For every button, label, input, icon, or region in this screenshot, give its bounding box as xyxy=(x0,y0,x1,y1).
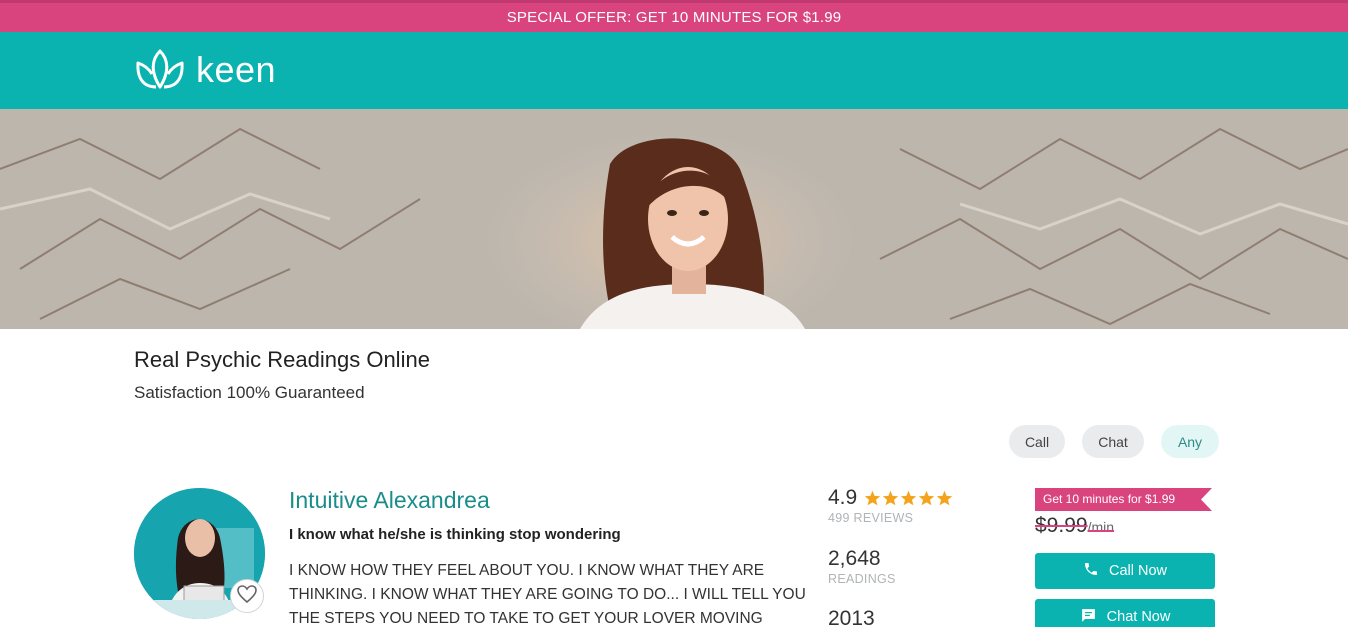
star-icon xyxy=(937,490,953,505)
site-header: keen xyxy=(0,32,1348,109)
rating-value: 4.9 xyxy=(828,486,858,509)
call-now-label: Call Now xyxy=(1108,563,1167,579)
page-title: Real Psychic Readings Online xyxy=(134,347,430,372)
offer-text: Get 10 minutes for $1.99 xyxy=(1043,492,1176,506)
lotus-icon xyxy=(134,47,186,93)
contact-filter-group: Call Chat Any xyxy=(1009,425,1219,458)
star-icon xyxy=(865,490,881,505)
phone-icon xyxy=(1083,561,1109,581)
readings-stat: 2,648 READINGS xyxy=(828,548,896,586)
star-icon xyxy=(919,490,935,505)
since-value: 2013 xyxy=(828,607,875,627)
advisor-name[interactable]: Intuitive Alexandrea xyxy=(289,487,490,514)
price-unit: /min xyxy=(1087,519,1115,535)
favorite-button[interactable] xyxy=(230,579,264,613)
star-icon xyxy=(883,490,899,505)
heart-icon xyxy=(237,584,257,608)
advisor-avatar-wrap xyxy=(134,488,265,619)
readings-value: 2,648 xyxy=(828,547,881,570)
filter-call[interactable]: Call xyxy=(1009,425,1065,458)
filter-chat[interactable]: Chat xyxy=(1082,425,1144,458)
offer-ribbon[interactable]: Get 10 minutes for $1.99 xyxy=(1035,488,1212,511)
price-value: $9.99 xyxy=(1035,514,1088,537)
filter-any[interactable]: Any xyxy=(1161,425,1219,458)
hero-image xyxy=(0,109,1348,329)
promo-banner[interactable]: SPECIAL OFFER: GET 10 MINUTES FOR $1.99 xyxy=(0,0,1348,32)
call-now-button[interactable]: Call Now xyxy=(1035,553,1215,589)
reviews-count[interactable]: 499 REVIEWS xyxy=(828,511,954,525)
chat-now-label: Chat Now xyxy=(1106,609,1171,625)
readings-label: READINGS xyxy=(828,572,896,586)
promo-text: SPECIAL OFFER: GET 10 MINUTES FOR $1.99 xyxy=(506,9,842,26)
advisor-tagline: I know what he/she is thinking stop wond… xyxy=(289,526,621,543)
rating-stars xyxy=(864,490,954,506)
hero-banner xyxy=(0,109,1348,329)
rating-stat: 4.9 499 REVIEWS xyxy=(828,487,954,525)
page-subtitle: Satisfaction 100% Guaranteed xyxy=(134,383,365,402)
since-stat: 2013 xyxy=(828,608,875,627)
chat-now-button[interactable]: Chat Now xyxy=(1035,599,1215,627)
star-icon xyxy=(901,490,917,505)
price: $9.99/min xyxy=(1035,514,1114,538)
logo-wordmark: keen xyxy=(196,49,277,90)
chat-bubble-icon xyxy=(1080,607,1107,627)
advisor-description: I KNOW HOW THEY FEEL ABOUT YOU. I KNOW W… xyxy=(289,562,806,627)
logo[interactable]: keen xyxy=(134,46,276,94)
